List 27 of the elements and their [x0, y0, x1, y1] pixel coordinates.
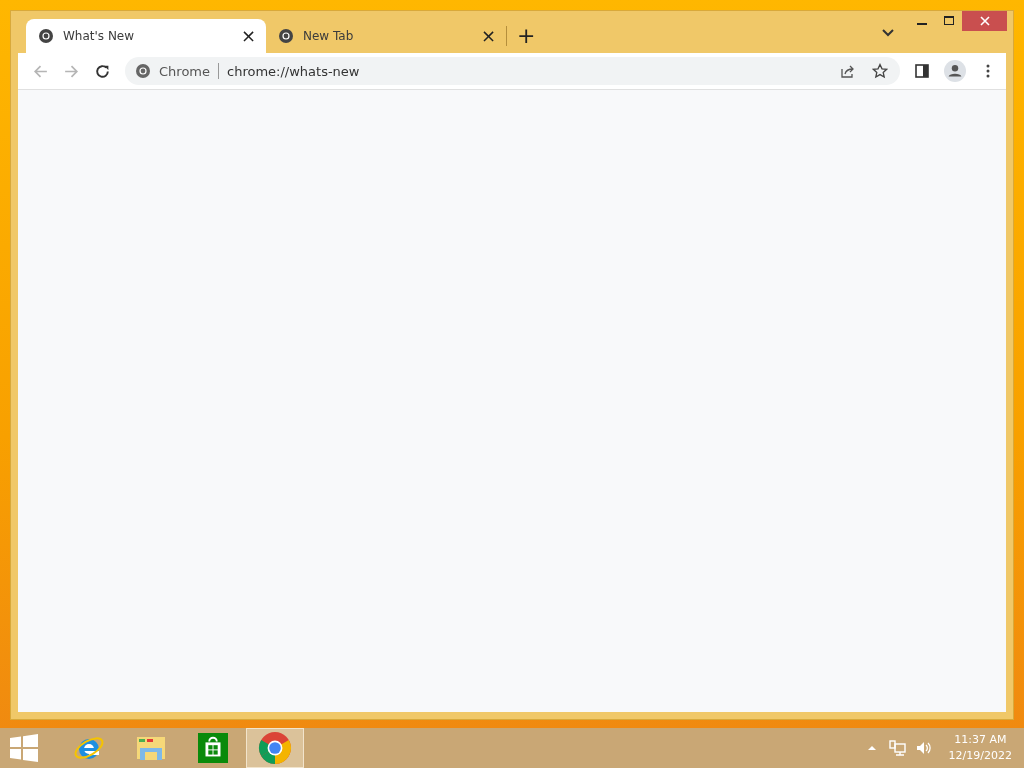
url-text: chrome://whats-new	[227, 63, 360, 79]
browser-tab[interactable]: What's New ×	[26, 19, 266, 53]
tab-close-button[interactable]: ×	[240, 27, 256, 45]
address-bar[interactable]: Chrome chrome://whats-new	[125, 57, 900, 85]
star-icon[interactable]	[872, 63, 888, 79]
store-icon	[198, 733, 228, 763]
taskbar-button[interactable]	[246, 728, 304, 768]
chrome-icon	[258, 731, 292, 765]
windows-start-icon[interactable]	[10, 734, 38, 762]
reload-icon[interactable]	[94, 62, 111, 80]
tab-close-button[interactable]: ×	[480, 27, 496, 45]
chrome-icon	[278, 28, 294, 44]
minimize-icon	[916, 23, 927, 25]
maximize-icon	[943, 16, 954, 26]
new-tab-button[interactable]: +	[517, 25, 536, 47]
site-name: Chrome	[159, 63, 210, 79]
close-icon	[979, 16, 990, 26]
tab-search-icon[interactable]	[882, 29, 894, 37]
profile-icon[interactable]	[944, 60, 966, 82]
side-panel-icon[interactable]	[914, 63, 930, 79]
share-icon[interactable]	[840, 63, 856, 79]
browser-tab[interactable]: New Tab ×	[266, 19, 506, 53]
chrome-icon	[135, 63, 151, 79]
tab-title: New Tab	[303, 29, 355, 43]
tab-title: What's New	[63, 29, 136, 43]
chrome-icon	[38, 28, 54, 44]
show-hidden-icons-icon[interactable]	[866, 743, 877, 753]
